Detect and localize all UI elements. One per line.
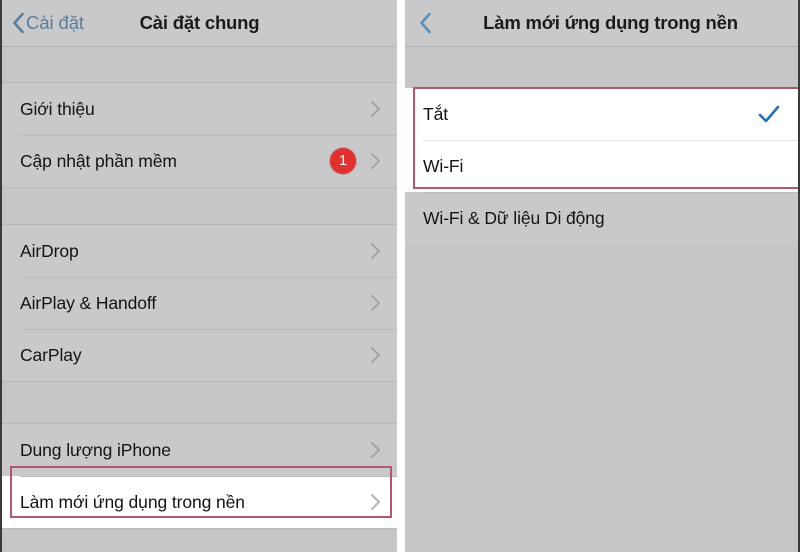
option-tat[interactable]: Tắt	[404, 88, 798, 140]
right-spacer-top	[404, 47, 798, 88]
list-item-label: AirPlay & Handoff	[20, 292, 157, 313]
list-item-cap-nhat-phan-mem[interactable]: Cập nhật phần mềm 1	[2, 135, 397, 187]
list-item-label: Giới thiệu	[20, 98, 95, 119]
list-item-gioi-thieu[interactable]: Giới thiệu	[2, 83, 397, 135]
option-wifi-and-cellular[interactable]: Wi-Fi & Dữ liệu Di động	[404, 192, 798, 244]
chevron-right-icon	[371, 442, 380, 458]
right-page-title: Làm mới ứng dụng trong nền	[483, 12, 738, 33]
chevron-right-icon	[371, 101, 380, 117]
list-item-airplay-handoff[interactable]: AirPlay & Handoff	[2, 277, 397, 329]
option-label: Wi-Fi	[422, 155, 464, 176]
option-label: Wi-Fi & Dữ liệu Di động	[422, 207, 605, 228]
left-list-group-1: Giới thiệu Cập nhật phần mềm 1	[2, 82, 397, 188]
right-options-group: Tắt Wi-Fi Wi-Fi & Dữ liệu Di động	[404, 88, 798, 244]
list-item-label: Làm mới ứng dụng trong nền	[20, 491, 245, 512]
list-item-label: CarPlay	[20, 344, 82, 365]
left-spacer-2	[2, 382, 397, 423]
right-phone-panel: Làm mới ứng dụng trong nền Tắt Wi-Fi Wi-…	[404, 0, 800, 552]
panel-divider	[397, 0, 405, 552]
left-spacer-top	[2, 47, 397, 82]
list-item-dung-luong-iphone[interactable]: Dung lượng iPhone	[2, 424, 397, 476]
chevron-right-icon	[371, 494, 380, 510]
checkmark-icon	[758, 105, 780, 123]
chevron-right-icon	[371, 243, 380, 259]
list-item-lam-moi-ung-dung-trong-nen[interactable]: Làm mới ứng dụng trong nền	[2, 476, 397, 528]
left-spacer-1	[2, 188, 397, 224]
left-page-title: Cài đặt chung	[139, 12, 260, 33]
list-item-carplay[interactable]: CarPlay	[2, 329, 397, 381]
right-navigation-bar: Làm mới ứng dụng trong nền	[404, 0, 798, 47]
list-item-label: Cập nhật phần mềm	[20, 150, 177, 171]
list-item-label: Dung lượng iPhone	[20, 439, 171, 460]
update-badge-count: 1	[330, 148, 356, 174]
list-item-label: AirDrop	[20, 240, 79, 261]
chevron-right-icon	[371, 347, 380, 363]
left-list-group-3: Dung lượng iPhone Làm mới ứng dụng trong…	[2, 423, 397, 529]
left-navigation-bar: Cài đặt Cài đặt chung	[2, 0, 397, 47]
screenshot-root: Cài đặt Cài đặt chung Giới thiệu Cập nhậ…	[0, 0, 800, 552]
option-wifi[interactable]: Wi-Fi	[404, 140, 798, 192]
option-label: Tắt	[422, 103, 448, 124]
left-list-group-2: AirDrop AirPlay & Handoff CarPlay	[2, 224, 397, 382]
list-item-airdrop[interactable]: AirDrop	[2, 225, 397, 277]
chevron-right-icon	[371, 295, 380, 311]
chevron-right-icon	[371, 153, 380, 169]
left-phone-panel: Cài đặt Cài đặt chung Giới thiệu Cập nhậ…	[0, 0, 397, 552]
